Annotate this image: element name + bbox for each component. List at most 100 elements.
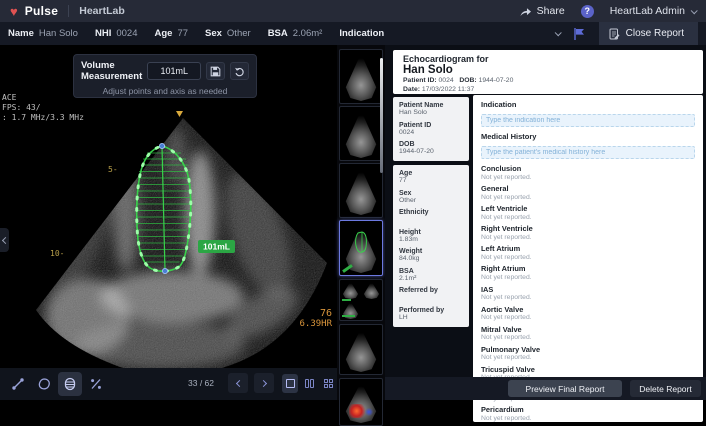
user-menu-label: HeartLab Admin — [610, 5, 685, 17]
workspace-title: HeartLab — [79, 5, 125, 17]
patient-details-card: Age77 SexOther Ethnicity Height1.83m Wei… — [393, 165, 469, 327]
report-footer-bar: Preview Final Report Delete Report — [385, 377, 706, 400]
volume-measurement-panel: Volume Measurement Adjust points and axi… — [73, 54, 257, 98]
clip-thumbnail-5-composite[interactable] — [339, 279, 383, 321]
report-section: Pulmonary ValveNot yet reported. — [481, 345, 695, 362]
axis-handle-bottom[interactable] — [162, 268, 167, 273]
echo-viewer[interactable]: 101mL Volume Measurement Adjust — [0, 45, 337, 400]
top-app-bar: ♥ Pulse HeartLab Share ? HeartLab Admin — [0, 0, 706, 22]
patient-age-field: Age 77 — [154, 28, 188, 39]
expand-patient-bar-chevron-icon[interactable] — [554, 29, 561, 36]
report-section: Right AtriumNot yet reported. — [481, 264, 695, 281]
caliper-icon — [11, 377, 25, 391]
mini-trend-bar — [342, 315, 355, 317]
pulse-heart-logo-icon: ♥ — [10, 4, 18, 19]
trace-icon — [37, 377, 51, 391]
previous-frame-button[interactable] — [228, 373, 248, 393]
trace-tool-button[interactable] — [32, 372, 56, 396]
share-icon — [519, 6, 532, 17]
undo-icon — [234, 66, 245, 77]
app-title: Pulse — [25, 4, 59, 18]
chevron-left-icon — [2, 236, 9, 243]
report-patient-name: Han Solo — [403, 64, 693, 76]
doppler-flow-red — [349, 404, 366, 418]
layout-grid-button[interactable] — [320, 374, 336, 393]
angle-icon — [89, 377, 103, 391]
medical-history-label: Medical History — [481, 132, 695, 141]
flag-icon[interactable] — [574, 28, 585, 40]
chevron-right-icon — [259, 379, 266, 386]
clip-thumbnail-3[interactable] — [339, 163, 383, 218]
volume-tool-button[interactable] — [58, 372, 82, 396]
report-section: Left VentricleNot yet reported. — [481, 204, 695, 221]
layout-split-button[interactable] — [301, 374, 317, 393]
clip-thumbnail-4-selected[interactable] — [339, 220, 383, 276]
apex-marker-icon — [176, 111, 183, 117]
report-section: PericardiumNot yet reported. — [481, 405, 695, 422]
clip-thumbnail-7-doppler[interactable] — [339, 378, 383, 426]
heart-rate-readout: 76 6.39HR — [260, 308, 332, 329]
angle-tool-button[interactable] — [84, 372, 108, 396]
next-frame-button[interactable] — [254, 373, 274, 393]
grid-pane-icon — [324, 379, 333, 388]
report-patient-sidebar: Patient NameHan Solo Patient ID0024 DOB1… — [393, 97, 469, 331]
thumbnail-scrollbar[interactable] — [380, 58, 383, 173]
close-report-button[interactable]: Close Report — [599, 22, 698, 45]
patient-nhi-value: 0024 — [116, 28, 137, 39]
indication-input[interactable] — [481, 114, 695, 127]
patient-bsa-value: 2.06m² — [293, 28, 323, 39]
report-title-prefix: Echocardiogram for — [403, 54, 693, 64]
mini-trend-bar — [342, 299, 351, 301]
split-pane-icon — [305, 379, 309, 388]
help-button[interactable]: ? — [581, 5, 594, 18]
help-label: ? — [584, 6, 590, 16]
report-meta-line1: Patient ID: 0024 DOB: 1944-07-20 — [403, 77, 693, 86]
user-menu[interactable]: HeartLab Admin — [610, 5, 696, 17]
patient-age-value: 77 — [177, 28, 188, 39]
volume-discs-icon — [63, 377, 77, 391]
close-report-icon — [609, 28, 620, 40]
patient-indication-field: Indication — [339, 28, 384, 39]
volume-badge: 101mL — [198, 240, 235, 253]
report-section: Mitral ValveNot yet reported. — [481, 325, 695, 342]
clip-thumbnail-2[interactable] — [339, 106, 383, 161]
undo-measurement-button[interactable] — [230, 62, 249, 80]
delete-report-button[interactable]: Delete Report — [630, 380, 701, 397]
patient-sex-value: Other — [227, 28, 251, 39]
report-section: ConclusionNot yet reported. — [481, 164, 695, 181]
patient-sex-label: Sex — [205, 28, 222, 39]
depth-marker-5: 5- — [108, 165, 118, 174]
report-section: GeneralNot yet reported. — [481, 184, 695, 201]
report-section: Right VentricleNot yet reported. — [481, 224, 695, 241]
depth-marker-10: 10- — [50, 249, 64, 258]
patient-nhi-field: NHI 0024 — [95, 28, 138, 39]
share-button[interactable]: Share — [519, 5, 565, 17]
chevron-left-icon — [235, 379, 242, 386]
layout-single-button[interactable] — [282, 374, 298, 393]
clip-thumbnail-strip: Soft — [337, 45, 385, 400]
volume-value-input[interactable] — [147, 62, 201, 80]
svg-text:101mL: 101mL — [203, 242, 230, 252]
patient-age-label: Age — [154, 28, 172, 39]
medical-history-input[interactable] — [481, 146, 695, 159]
preview-final-report-button[interactable]: Preview Final Report — [508, 380, 622, 397]
report-section: Aortic ValveNot yet reported. — [481, 305, 695, 322]
measurement-panel-title: Volume Measurement — [81, 60, 142, 82]
patient-name-value: Han Solo — [39, 28, 78, 39]
axis-handle-top[interactable] — [159, 143, 164, 148]
report-meta-line2: Date: 17/03/2022 11:37 — [403, 86, 693, 95]
save-measurement-button[interactable] — [206, 62, 225, 80]
caliper-tool-button[interactable] — [6, 372, 30, 396]
mini-contour-overlay — [350, 229, 374, 259]
clip-thumbnail-6[interactable] — [339, 324, 383, 375]
chevron-down-icon — [691, 7, 698, 14]
collapse-panel-handle[interactable] — [0, 228, 9, 252]
clip-thumbnail-1[interactable] — [339, 49, 383, 104]
patient-name-label: Name — [8, 28, 34, 39]
doppler-flow-blue — [365, 408, 373, 416]
viewer-toolbar: 33 / 62 — [0, 368, 337, 400]
patient-indication-label: Indication — [339, 28, 384, 39]
indication-label: Indication — [481, 100, 695, 109]
report-section: IASNot yet reported. — [481, 285, 695, 302]
patient-identity-card: Patient NameHan Solo Patient ID0024 DOB1… — [393, 97, 469, 161]
